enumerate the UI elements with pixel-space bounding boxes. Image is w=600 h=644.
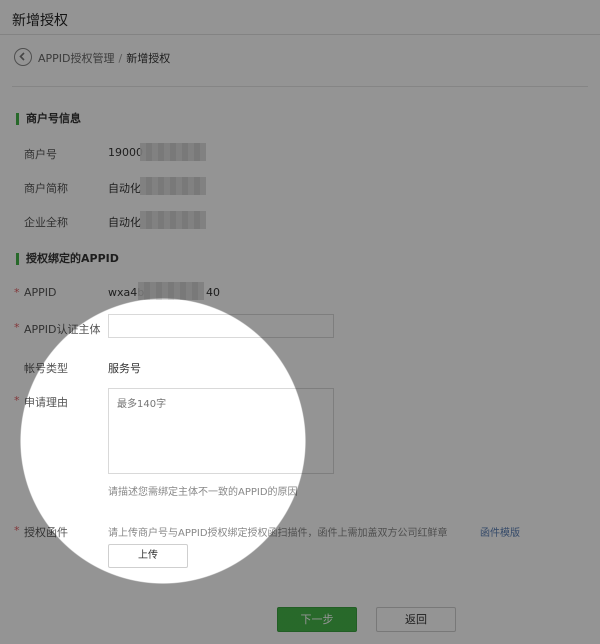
reason-hint: 请描述您需绑定主体不一致的APPID的原因: [108, 487, 298, 498]
account-type-value: 服务号: [108, 362, 141, 375]
breadcrumb-divider: [12, 86, 588, 87]
redaction-mosaic: [140, 177, 206, 195]
breadcrumb-separator: /: [118, 52, 123, 65]
template-link[interactable]: 函件模版: [480, 524, 520, 539]
merchant-no-label: 商户号: [24, 148, 57, 161]
merchant-no-value: 19000: [108, 146, 143, 159]
full-name-label: 企业全称: [24, 216, 68, 229]
short-name-label: 商户简称: [24, 182, 68, 195]
appid-section-title: 授权绑定的APPID: [16, 253, 119, 265]
reason-textarea[interactable]: [108, 388, 334, 474]
merchant-section-title: 商户号信息: [16, 113, 81, 125]
entity-label: APPID认证主体: [14, 321, 100, 337]
breadcrumb-parent[interactable]: APPID授权管理: [38, 52, 115, 65]
redaction-mosaic: [140, 211, 206, 229]
breadcrumb: APPID授权管理 / 新增授权: [38, 50, 170, 66]
attachment-label: 授权函件: [14, 524, 68, 540]
account-type-label: 帐号类型: [24, 362, 68, 375]
breadcrumb-current: 新增授权: [126, 52, 171, 65]
next-step-button[interactable]: 下一步: [277, 607, 357, 632]
entity-input[interactable]: [108, 314, 334, 338]
redaction-mosaic: [140, 143, 206, 161]
short-name-value: 自动化: [108, 182, 141, 195]
return-button[interactable]: 返回: [376, 607, 456, 632]
full-name-value: 自动化: [108, 216, 141, 229]
reason-label: 申请理由: [14, 394, 68, 410]
title-divider: [0, 34, 600, 35]
upload-button[interactable]: 上传: [108, 544, 188, 568]
appid-label: APPID: [14, 286, 56, 299]
appid-value-suffix: 40: [206, 286, 220, 299]
page-title: 新增授权: [12, 13, 68, 29]
redaction-mosaic: [138, 282, 204, 300]
attachment-hint: 请上传商户号与APPID授权绑定授权函扫描件，函件上需加盖双方公司红鲜章: [108, 528, 448, 539]
back-circle-icon[interactable]: [14, 48, 32, 66]
